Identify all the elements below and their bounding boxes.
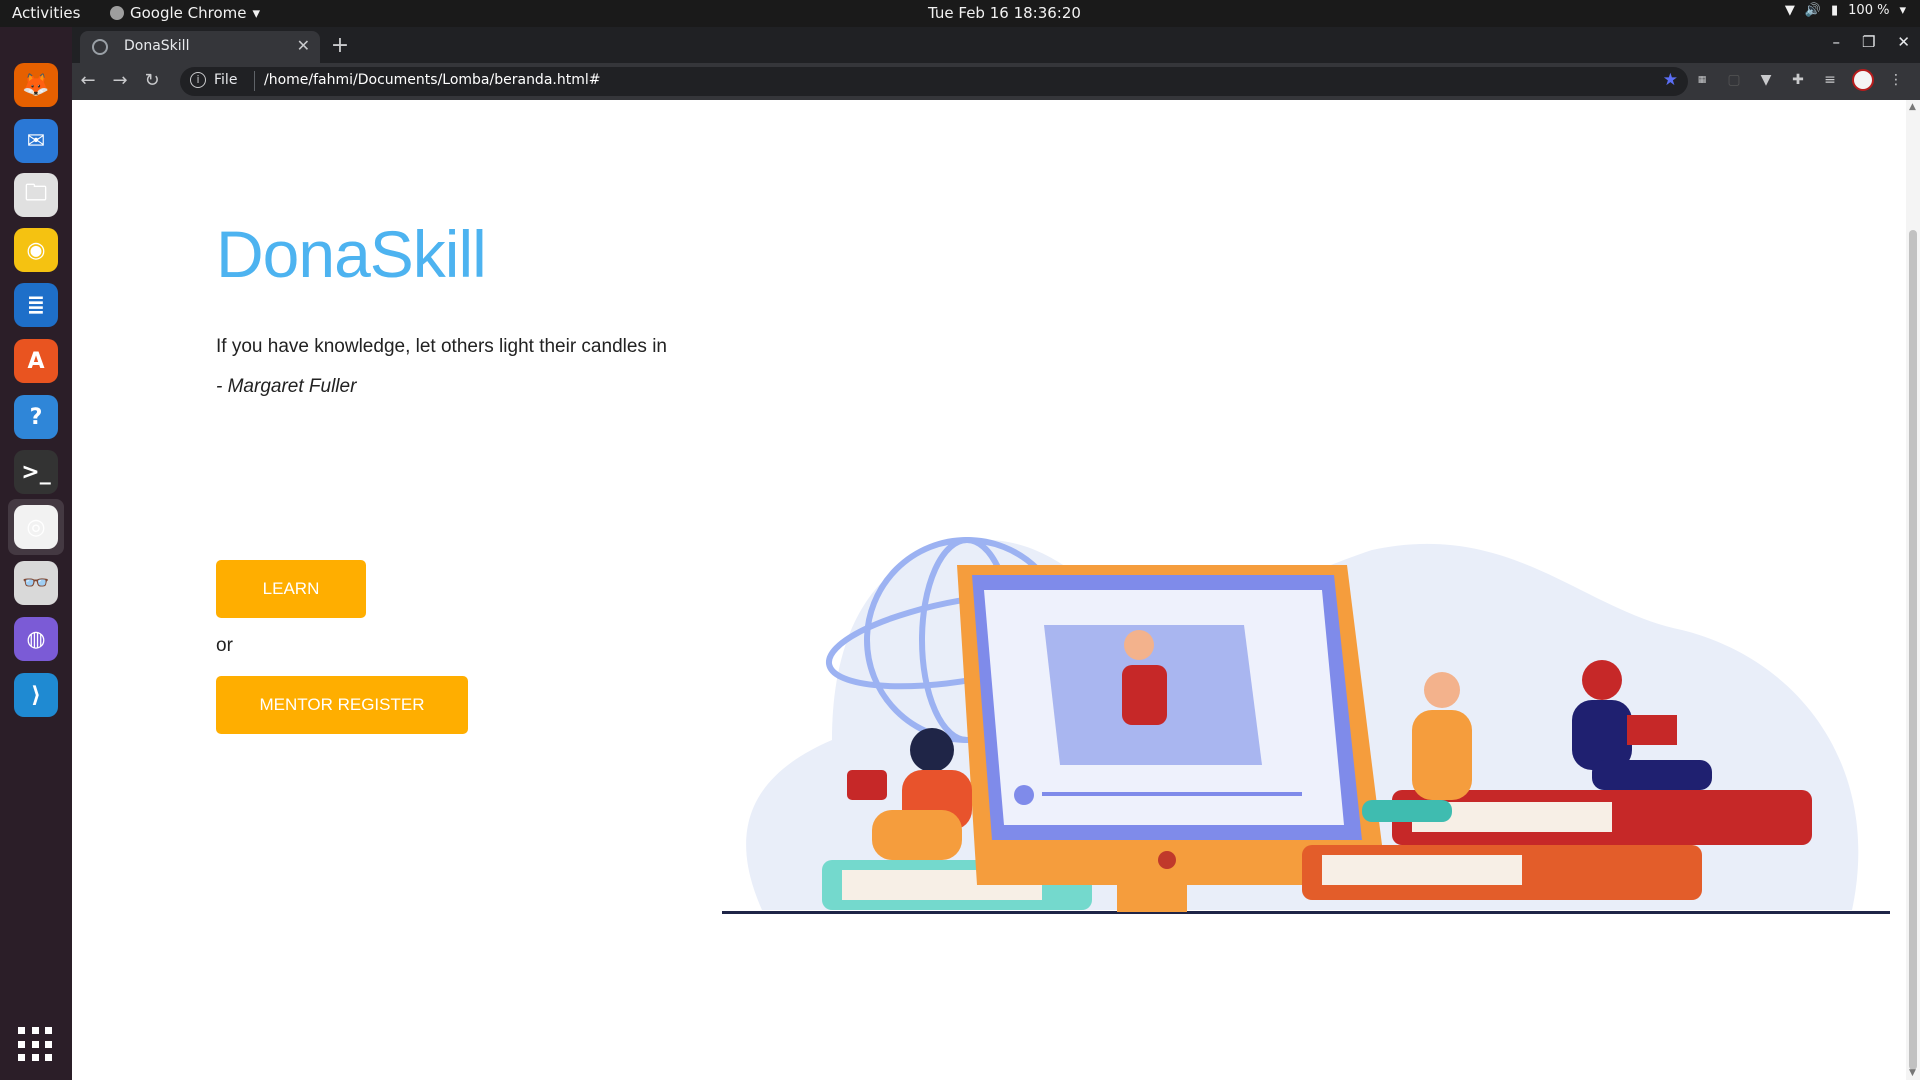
system-tray[interactable]: ▼ 🔊 ▮ 100 % ▾ [1785, 3, 1906, 18]
dock-files-button[interactable]: 🗀 [8, 167, 64, 223]
chrome-icon: ◎ [14, 505, 58, 549]
firefox-icon: 🦊 [14, 63, 58, 107]
minimize-icon[interactable]: – [1832, 33, 1840, 51]
dock-help-button[interactable]: ? [8, 389, 64, 445]
help-icon: ? [14, 395, 58, 439]
files-icon: 🗀 [14, 173, 58, 217]
battery-icon: ▮ [1831, 3, 1839, 18]
chevron-down-icon: ▾ [1899, 3, 1906, 18]
hero-illustration [722, 537, 1890, 914]
kebab-menu-icon[interactable]: ⋮ [1886, 69, 1906, 91]
tab-strip: DonaSkill ✕ + – ❐ ✕ [72, 27, 1920, 63]
quote-text: If you have knowledge, let others light … [216, 336, 667, 357]
dock-firefox-button[interactable]: 🦊 [8, 57, 64, 113]
info-icon[interactable]: i [190, 72, 206, 88]
puzzle-icon[interactable]: ✚ [1788, 69, 1808, 91]
network-icon: ◍ [14, 617, 58, 661]
window-controls: – ❐ ✕ [1832, 33, 1910, 51]
dock-rhythmbox-button[interactable]: ◉ [8, 222, 64, 278]
media-queue-icon[interactable]: ≡ [1820, 69, 1840, 91]
scroll-thumb[interactable] [1909, 230, 1917, 1070]
thunderbird-icon: ✉ [14, 119, 58, 163]
dock-vscode-button[interactable]: ⟩ [8, 667, 64, 723]
dock-network-button[interactable]: ◍ [8, 611, 64, 667]
tab-title: DonaSkill [124, 38, 190, 54]
close-window-icon[interactable]: ✕ [1897, 33, 1910, 51]
dock-terminal-button[interactable]: >_ [8, 444, 64, 500]
reader-icon: 👓 [14, 561, 58, 605]
url-scheme: File [214, 72, 238, 88]
grid-dot [31, 1040, 39, 1048]
brand-title: DonaSkill [216, 217, 487, 291]
scroll-down-icon[interactable]: ▼ [1909, 1068, 1916, 1078]
grid-dot [45, 1027, 53, 1034]
app-menu-label: Google Chrome [130, 4, 247, 22]
mentor-register-button[interactable]: MENTOR REGISTER [216, 676, 468, 734]
chrome-icon [110, 6, 124, 20]
chevron-down-icon: ▾ [252, 4, 261, 22]
activities-button[interactable]: Activities [12, 4, 80, 22]
grid-dot [45, 1040, 53, 1048]
scroll-up-icon[interactable]: ▲ [1909, 102, 1916, 112]
system-top-bar: Activities Google Chrome ▾ Tue Feb 16 18… [0, 0, 1920, 27]
battery-level: 100 % [1848, 3, 1890, 18]
vpn-extension-icon[interactable]: ▼ [1756, 69, 1776, 91]
dock-chrome-button[interactable]: ◎ [8, 499, 64, 555]
globe-icon [92, 39, 108, 55]
dock-writer-button[interactable]: ≣ [8, 277, 64, 333]
extensions-area: ▦ ▢ ▼ ✚ ≡ ⋮ [1692, 69, 1906, 91]
url-text[interactable]: /home/fahmi/Documents/Lomba/beranda.html… [264, 72, 600, 88]
monitor-stand [1117, 880, 1187, 912]
wifi-icon: ▼ [1784, 3, 1795, 18]
grid-dot [18, 1027, 25, 1034]
bookmark-star-icon[interactable]: ★ [1663, 70, 1678, 90]
dock: 🦊 ✉ 🗀 ◉ ≣ A? >_ ◎ 👓 ◍ ⟩ [0, 27, 72, 1080]
grid-dot [18, 1054, 25, 1062]
grid-dot [45, 1054, 53, 1062]
vscode-icon: ⟩ [14, 673, 58, 717]
browser-toolbar: ← → ↻ i File /home/fahmi/Documents/Lomba… [72, 63, 1920, 100]
forward-icon[interactable]: → [108, 69, 132, 93]
volume-icon: 🔊 [1804, 3, 1821, 18]
dock-reader-button[interactable]: 👓 [8, 555, 64, 611]
back-icon[interactable]: ← [76, 69, 100, 93]
quote-author: - Margaret Fuller [216, 376, 357, 397]
extension-icon[interactable]: ▦ [1692, 69, 1712, 91]
ground-line [722, 911, 1890, 914]
divider [254, 71, 255, 91]
new-tab-button[interactable]: + [326, 33, 354, 61]
writer-icon: ≣ [14, 283, 58, 327]
address-bar[interactable]: i File /home/fahmi/Documents/Lomba/beran… [180, 67, 1688, 96]
learn-button[interactable]: LEARN [216, 560, 366, 618]
page-scrollbar[interactable]: ▲ ▼ [1906, 100, 1920, 1080]
clock[interactable]: Tue Feb 16 18:36:20 [928, 4, 1081, 22]
extension-icon[interactable]: ▢ [1724, 69, 1744, 91]
grid-dot [31, 1027, 39, 1034]
restore-icon[interactable]: ❐ [1862, 33, 1875, 51]
rhythmbox-icon: ◉ [14, 228, 58, 272]
page-content: DonaSkill If you have knowledge, let oth… [72, 100, 1906, 1080]
dock-thunderbird-button[interactable]: ✉ [8, 113, 64, 169]
avatar[interactable] [1852, 69, 1874, 91]
dock-software-button[interactable]: A [8, 333, 64, 389]
grid-dot [18, 1040, 25, 1048]
app-menu[interactable]: Google Chrome ▾ [110, 4, 260, 22]
grid-dot [31, 1054, 39, 1062]
terminal-icon: >_ [14, 450, 58, 494]
tab-donaskill[interactable]: DonaSkill ✕ [80, 31, 320, 63]
show-apps-icon[interactable] [18, 1027, 54, 1063]
close-icon[interactable]: ✕ [297, 36, 310, 55]
or-separator: or [216, 635, 233, 656]
software-icon: A [14, 339, 58, 383]
reload-icon[interactable]: ↻ [140, 69, 164, 93]
